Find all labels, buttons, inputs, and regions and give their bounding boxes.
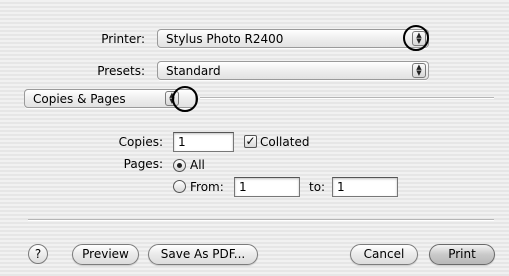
bottom-separator (28, 219, 494, 221)
panel-menu-highlight-circle (172, 86, 198, 112)
cancel-button[interactable]: Cancel (350, 244, 418, 265)
presets-popup[interactable]: Standard ▲ ▼ (157, 61, 429, 80)
copies-label: Copies: (118, 135, 163, 149)
collated-label[interactable]: Collated (260, 135, 309, 149)
checkmark-icon: ✓ (245, 134, 256, 148)
panel-menu-value: Copies & Pages (33, 92, 126, 106)
presets-label: Presets: (97, 64, 145, 78)
pages-all-radio[interactable] (173, 159, 186, 172)
radio-selected-dot (177, 163, 182, 168)
copies-field[interactable] (173, 132, 234, 152)
printer-popup-value: Stylus Photo R2400 (166, 32, 284, 46)
collated-checkbox[interactable]: ✓ (244, 135, 257, 148)
print-button[interactable]: Print (429, 244, 495, 265)
pages-from-label[interactable]: From: (190, 180, 224, 194)
save-as-pdf-button[interactable]: Save As PDF... (148, 244, 258, 265)
presets-popup-value: Standard (166, 64, 221, 78)
panel-menu-separator (200, 97, 494, 99)
pages-label: Pages: (123, 157, 163, 171)
preview-button[interactable]: Preview (72, 244, 139, 265)
printer-highlight-circle (403, 25, 429, 51)
pages-from-field[interactable] (234, 177, 300, 197)
pages-to-field[interactable] (332, 177, 398, 197)
printer-label: Printer: (101, 32, 145, 46)
help-button[interactable]: ? (28, 244, 48, 264)
printer-popup[interactable]: Stylus Photo R2400 ▲ ▼ (157, 29, 429, 48)
pages-to-label: to: (309, 180, 326, 194)
presets-popup-arrows-icon: ▲ ▼ (412, 63, 426, 78)
pages-all-label[interactable]: All (190, 158, 205, 172)
pages-from-radio[interactable] (173, 180, 186, 193)
panel-menu-popup[interactable]: Copies & Pages ▲ ▼ (24, 89, 196, 108)
